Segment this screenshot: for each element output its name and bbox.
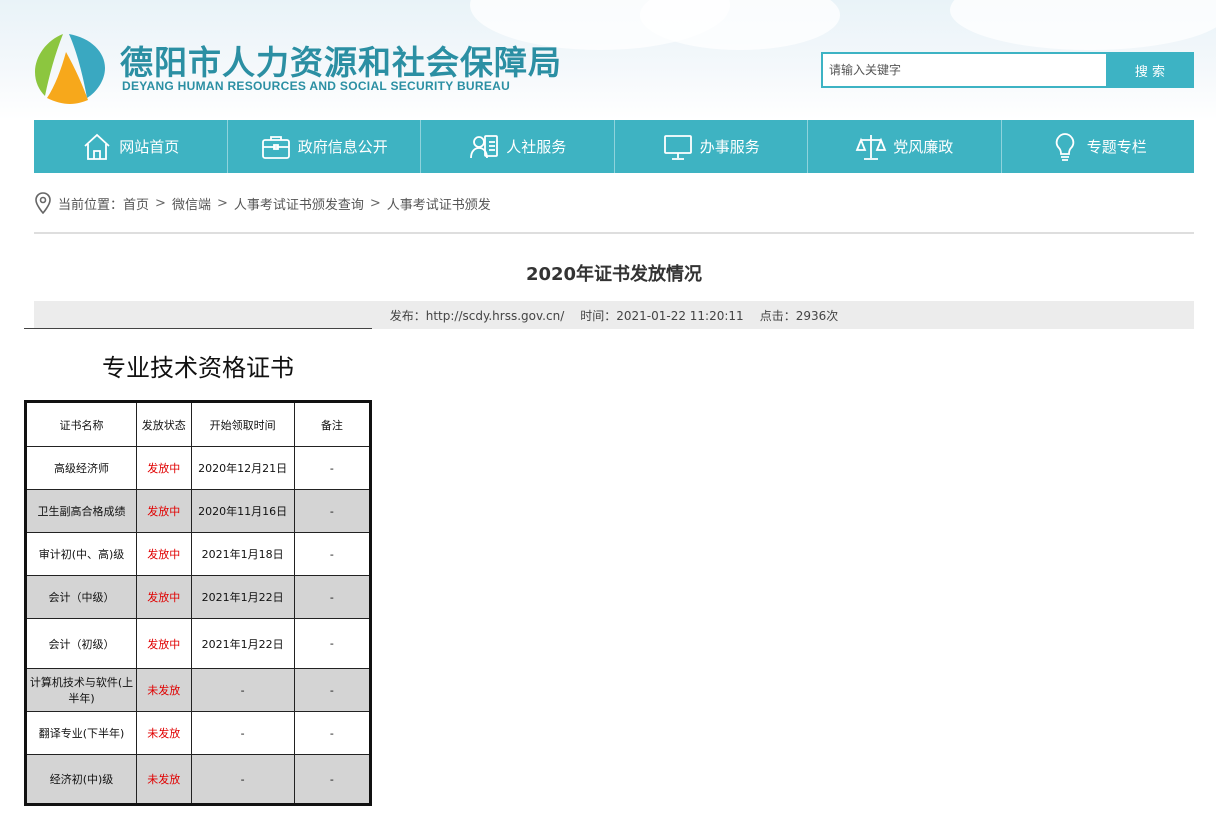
- cert-note: -: [293, 575, 372, 619]
- table-row: 高级经济师 发放中 2020年12月21日 -: [24, 446, 372, 490]
- cert-name: 计算机技术与软件(上半年): [24, 668, 138, 712]
- cert-note: -: [293, 489, 372, 533]
- cert-status: 未发放: [136, 754, 192, 805]
- lightbulb-icon: [1055, 132, 1075, 161]
- cert-note: -: [293, 532, 372, 576]
- article-publisher: 发布：http://scdy.hrss.gov.cn/: [389, 308, 565, 323]
- search-box: 搜 索: [821, 52, 1194, 88]
- breadcrumb: 当前位置： 首页 > 微信端 > 人事考试证书颁发查询 > 人事考试证书颁发: [34, 192, 491, 214]
- table-row: 审计初(中、高)级 发放中 2021年1月18日 -: [24, 532, 372, 576]
- nav-item-gov-info[interactable]: 政府信息公开: [228, 120, 421, 173]
- article-meta: 发布：http://scdy.hrss.gov.cn/ 时间：2021-01-2…: [34, 301, 1194, 329]
- cert-note: -: [293, 668, 372, 712]
- table-row: 经济初(中)级 未发放 - -: [24, 754, 372, 805]
- nav-label: 党风廉政: [893, 138, 954, 156]
- cert-date: -: [190, 754, 295, 805]
- cert-date: 2021年1月18日: [190, 532, 295, 576]
- breadcrumb-separator: >: [216, 195, 228, 211]
- briefcase-icon: [261, 135, 290, 159]
- cert-date: -: [190, 711, 295, 755]
- breadcrumb-prefix: 当前位置：: [58, 197, 124, 213]
- monitor-icon: [663, 134, 692, 160]
- nav-label: 政府信息公开: [297, 138, 388, 156]
- column-header: 备注: [293, 401, 372, 447]
- cert-note: -: [293, 711, 372, 755]
- cert-name: 会计（中级）: [24, 575, 138, 619]
- cert-date: 2020年11月16日: [190, 489, 295, 533]
- search-input[interactable]: [821, 52, 1106, 88]
- divider: [34, 232, 1194, 234]
- cert-date: 2021年1月22日: [190, 618, 295, 669]
- certificate-table: 证书名称 发放状态 开始领取时间 备注 高级经济师 发放中 2020年12月21…: [24, 400, 372, 806]
- site-title: 德阳市人力资源和社会保障局: [120, 43, 562, 82]
- content-divider: [24, 328, 372, 329]
- cert-status: 未发放: [136, 668, 192, 712]
- search-button[interactable]: 搜 索: [1106, 52, 1194, 88]
- site-subtitle: DEYANG HUMAN RESOURCES AND SOCIAL SECURI…: [122, 79, 511, 93]
- table-row: 翻译专业(下半年) 未发放 - -: [24, 711, 372, 755]
- cert-date: -: [190, 668, 295, 712]
- table-row: 计算机技术与软件(上半年) 未发放 - -: [24, 668, 372, 712]
- breadcrumb-home[interactable]: 首页: [123, 194, 149, 213]
- cloud-decoration: [950, 0, 1216, 50]
- nav-label: 专题专栏: [1086, 138, 1147, 156]
- breadcrumb-cert-query[interactable]: 人事考试证书颁发查询: [234, 194, 364, 213]
- cert-note: -: [293, 446, 372, 490]
- cert-status: 未发放: [136, 711, 192, 755]
- cert-status: 发放中: [136, 618, 192, 669]
- cert-note: -: [293, 618, 372, 669]
- breadcrumb-wechat[interactable]: 微信端: [172, 194, 211, 213]
- nav-item-special[interactable]: 专题专栏: [1002, 120, 1195, 173]
- user-card-icon: [470, 134, 499, 158]
- nav-item-affairs[interactable]: 办事服务: [615, 120, 808, 173]
- section-heading: 专业技术资格证书: [102, 354, 294, 382]
- cert-status: 发放中: [136, 575, 192, 619]
- cert-status: 发放中: [136, 446, 192, 490]
- table-row: 会计（中级） 发放中 2021年1月22日 -: [24, 575, 372, 619]
- scales-icon: [855, 134, 887, 160]
- column-header: 证书名称: [24, 401, 138, 447]
- column-header: 发放状态: [136, 401, 192, 447]
- table-header-row: 证书名称 发放状态 开始领取时间 备注: [24, 401, 372, 447]
- nav-item-home[interactable]: 网站首页: [34, 120, 228, 173]
- cert-name: 翻译专业(下半年): [24, 711, 138, 755]
- cert-name: 卫生副高合格成绩: [24, 489, 138, 533]
- nav-item-integrity[interactable]: 党风廉政: [808, 120, 1002, 173]
- cert-note: -: [293, 754, 372, 805]
- home-icon: [84, 133, 110, 160]
- cert-date: 2021年1月22日: [190, 575, 295, 619]
- nav-label: 办事服务: [699, 138, 760, 156]
- breadcrumb-cert-issue[interactable]: 人事考试证书颁发: [387, 194, 491, 213]
- nav-label: 网站首页: [119, 138, 180, 156]
- article-clicks: 点击：2936次: [759, 308, 839, 323]
- breadcrumb-separator: >: [369, 195, 381, 211]
- cert-name: 审计初(中、高)级: [24, 532, 138, 576]
- article-time: 时间：2021-01-22 11:20:11: [580, 308, 744, 323]
- cert-status: 发放中: [136, 532, 192, 576]
- main-nav: 网站首页 政府信息公开 人社服务 办事服务 党风廉政 专题专栏: [34, 120, 1194, 173]
- article-title: 2020年证书发放情况: [525, 264, 703, 285]
- cert-name: 会计（初级）: [24, 618, 138, 669]
- table-row: 卫生副高合格成绩 发放中 2020年11月16日 -: [24, 489, 372, 533]
- column-header: 开始领取时间: [190, 401, 295, 447]
- cert-name: 高级经济师: [24, 446, 138, 490]
- cert-date: 2020年12月21日: [190, 446, 295, 490]
- table-row: 会计（初级） 发放中 2021年1月22日 -: [24, 618, 372, 669]
- cert-status: 发放中: [136, 489, 192, 533]
- location-pin-icon: [35, 192, 51, 214]
- site-header: 德阳市人力资源和社会保障局 DEYANG HUMAN RESOURCES AND…: [0, 0, 1216, 120]
- nav-item-hr-service[interactable]: 人社服务: [421, 120, 615, 173]
- breadcrumb-separator: >: [155, 195, 166, 211]
- nav-label: 人社服务: [506, 138, 567, 156]
- bureau-logo-icon[interactable]: [33, 30, 107, 104]
- cert-name: 经济初(中)级: [24, 754, 138, 805]
